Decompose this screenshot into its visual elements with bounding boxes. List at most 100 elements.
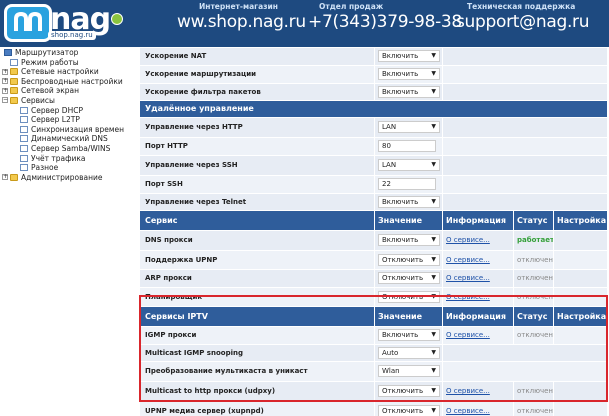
setting-value[interactable]: 22: [375, 176, 443, 193]
value-select[interactable]: Включить ▼: [378, 68, 440, 80]
about-service-link[interactable]: О сервисе...: [443, 256, 490, 264]
setting-label: Поддержка UPNP: [140, 251, 375, 269]
sidebar-item[interactable]: − Сервисы: [0, 96, 140, 106]
about-service-link[interactable]: О сервисе...: [443, 387, 490, 395]
nag-logo[interactable]: nag shop.nag.ru: [4, 2, 123, 42]
sidebar-item[interactable]: + Беспроводные настройки: [0, 77, 140, 87]
setting-value[interactable]: Отключить ▼: [375, 251, 443, 269]
sidebar-item[interactable]: + Сетевые настройки: [0, 67, 140, 77]
setting-label-text: Планировщик: [145, 293, 203, 301]
value-select[interactable]: LAN ▼: [378, 159, 440, 171]
value-select[interactable]: Отключить ▼: [378, 291, 440, 303]
empty-cell: [443, 118, 608, 137]
setting-value[interactable]: LAN ▼: [375, 118, 443, 137]
setting-value[interactable]: Включить ▼: [375, 327, 443, 344]
dropdown-arrow-icon[interactable]: ▼: [431, 160, 436, 170]
collapse-icon[interactable]: −: [2, 97, 8, 104]
dropdown-arrow-icon[interactable]: ▼: [431, 122, 436, 132]
value-select[interactable]: LAN ▼: [378, 121, 440, 133]
dropdown-arrow-icon[interactable]: ▼: [431, 51, 436, 61]
setting-value[interactable]: LAN ▼: [375, 156, 443, 175]
dropdown-arrow-icon[interactable]: ▼: [431, 406, 436, 416]
value-select[interactable]: Включить ▼: [378, 196, 440, 208]
info-cell[interactable]: О сервисе...: [443, 402, 514, 416]
dropdown-arrow-icon[interactable]: ▼: [431, 330, 436, 340]
dropdown-arrow-icon[interactable]: ▼: [431, 386, 436, 396]
sidebar-item[interactable]: Маршрутизатор: [0, 48, 140, 58]
dropdown-arrow-icon[interactable]: ▼: [431, 348, 436, 358]
dropdown-arrow-icon[interactable]: ▼: [431, 197, 436, 207]
section-title-text: Удалённое управление: [145, 104, 254, 113]
about-service-link[interactable]: О сервисе...: [443, 407, 490, 415]
setting-value[interactable]: Отключить ▼: [375, 270, 443, 287]
setting-value[interactable]: Отключить ▼: [375, 288, 443, 306]
expand-icon[interactable]: +: [2, 78, 8, 85]
dropdown-arrow-icon[interactable]: ▼: [431, 87, 436, 97]
value-select[interactable]: Auto ▼: [378, 347, 440, 359]
value-select[interactable]: Включить ▼: [378, 329, 440, 341]
sidebar-item[interactable]: Сервер DHCP: [0, 106, 140, 116]
sales-caption: Отдел продаж: [319, 2, 384, 11]
sidebar-item-label: Администрирование: [21, 172, 103, 182]
setting-value[interactable]: Включить ▼: [375, 48, 443, 65]
value-text: Отключить: [382, 274, 424, 282]
info-cell[interactable]: О сервисе...: [443, 288, 514, 306]
expand-icon[interactable]: +: [2, 174, 8, 181]
setting-label-text: Multicast to http прокси (udpxy): [145, 387, 276, 395]
sidebar-item[interactable]: Разное: [0, 163, 140, 173]
about-service-link[interactable]: О сервисе...: [443, 274, 490, 282]
setting-value[interactable]: Отключить ▼: [375, 402, 443, 416]
sidebar-item[interactable]: Учёт трафика: [0, 154, 140, 164]
about-service-link[interactable]: О сервисе...: [443, 331, 490, 339]
info-cell[interactable]: О сервисе...: [443, 327, 514, 344]
shop-url[interactable]: ww.shop.nag.ru: [177, 12, 306, 32]
dropdown-arrow-icon[interactable]: ▼: [431, 273, 436, 283]
expand-icon[interactable]: +: [2, 68, 8, 75]
sales-phone[interactable]: +7(343)379-98-38: [308, 12, 462, 32]
sidebar-item[interactable]: Сервер L2TP: [0, 115, 140, 125]
info-cell[interactable]: О сервисе...: [443, 270, 514, 287]
value-select[interactable]: Wlan ▼: [378, 365, 440, 377]
setting-value[interactable]: Wlan ▼: [375, 362, 443, 381]
value-select[interactable]: Отключить ▼: [378, 254, 440, 266]
sidebar-item[interactable]: + Сетевой экран: [0, 86, 140, 96]
about-service-link[interactable]: О сервисе...: [443, 236, 490, 244]
value-input[interactable]: 80: [378, 140, 436, 152]
col-settings-label: Настройка: [557, 216, 607, 225]
setting-value[interactable]: Включить ▼: [375, 194, 443, 210]
sidebar-item[interactable]: Сервер Samba/WINS: [0, 144, 140, 154]
sidebar-item-label: Сервер L2TP: [31, 115, 80, 125]
dropdown-arrow-icon[interactable]: ▼: [431, 235, 436, 245]
about-service-link[interactable]: О сервисе...: [443, 293, 490, 301]
setting-value[interactable]: Включить ▼: [375, 66, 443, 83]
value-input[interactable]: 22: [378, 178, 436, 190]
value-select[interactable]: Отключить ▼: [378, 405, 440, 416]
setting-value[interactable]: 80: [375, 138, 443, 155]
sidebar-item[interactable]: + Администрирование: [0, 173, 140, 183]
sidebar-item[interactable]: Режим работы: [0, 58, 140, 68]
sidebar-item-label: Беспроводные настройки: [21, 76, 123, 86]
value-select[interactable]: Включить ▼: [378, 50, 440, 62]
value-select[interactable]: Отключить ▼: [378, 385, 440, 397]
col-service-label: Сервис: [145, 216, 178, 225]
sidebar-item[interactable]: Синхронизация времен: [0, 125, 140, 135]
value-select[interactable]: Включить ▼: [378, 86, 440, 98]
dropdown-arrow-icon[interactable]: ▼: [431, 366, 436, 376]
setting-value[interactable]: Включить ▼: [375, 231, 443, 250]
dropdown-arrow-icon[interactable]: ▼: [431, 255, 436, 265]
support-email[interactable]: support@nag.ru: [456, 12, 590, 32]
sidebar-item[interactable]: Динамический DNS: [0, 134, 140, 144]
info-cell[interactable]: О сервисе...: [443, 382, 514, 401]
info-cell[interactable]: О сервисе...: [443, 231, 514, 250]
info-cell[interactable]: О сервисе...: [443, 251, 514, 269]
expand-icon[interactable]: +: [2, 87, 8, 94]
value-select[interactable]: Включить ▼: [378, 234, 440, 246]
dropdown-arrow-icon[interactable]: ▼: [431, 292, 436, 302]
value-select[interactable]: Отключить ▼: [378, 272, 440, 284]
setting-value[interactable]: Отключить ▼: [375, 382, 443, 401]
setting-value[interactable]: Включить ▼: [375, 84, 443, 100]
setting-value[interactable]: Auto ▼: [375, 345, 443, 361]
page-icon: [20, 106, 28, 114]
dropdown-arrow-icon[interactable]: ▼: [431, 69, 436, 79]
setting-label: Управление через HTTP: [140, 118, 375, 137]
